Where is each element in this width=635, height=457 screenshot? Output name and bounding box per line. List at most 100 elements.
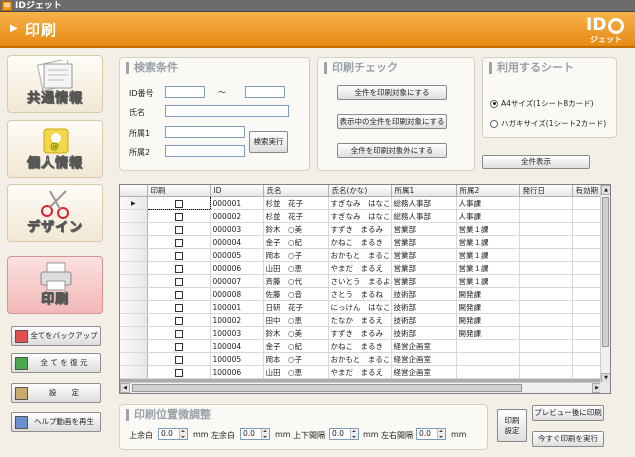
table-row[interactable]: ▶ 000001 杉並 花子 すぎなみ はなこ 総務人事部 人事課 [120, 196, 603, 210]
spin-arrows-icon[interactable] [350, 429, 358, 439]
table-row[interactable]: 000003 鈴木 ○美 すずき まるみ 営業部 営業１課 [120, 222, 603, 236]
table-cell[interactable] [572, 339, 603, 353]
table-cell[interactable] [519, 209, 573, 223]
table-row[interactable]: 100002 田中 ○恵 たなか まるえ 技術部 開発課 [120, 313, 603, 327]
row-header[interactable] [120, 235, 148, 249]
preview-print-button[interactable]: プレビュー後に印刷 [532, 405, 604, 421]
horizontal-scrollbar[interactable]: ◀ ▶ [120, 382, 602, 393]
row-header[interactable] [120, 326, 148, 340]
table-row[interactable]: 100005 岡本 ○子 おかもと まるこ 経営企画室 [120, 352, 603, 366]
table-row[interactable]: 000008 佐藤 ○音 さとう まるね 技術部 開発課 [120, 287, 603, 301]
table-cell[interactable]: 000001 [210, 196, 264, 210]
row-header[interactable] [120, 339, 148, 353]
table-cell[interactable] [456, 365, 520, 379]
table-cell[interactable] [572, 287, 603, 301]
table-cell[interactable] [519, 274, 573, 288]
print-checkbox-cell[interactable] [147, 209, 211, 223]
table-row[interactable]: 000007 斉藤 ○代 さいとう まるよ 営業部 営業１課 [120, 274, 603, 288]
print-checkbox-cell[interactable] [147, 352, 211, 366]
table-row[interactable]: 000005 岡本 ○子 おかもと まるこ 営業部 営業１課 [120, 248, 603, 262]
table-cell[interactable]: 000003 [210, 222, 264, 236]
show-all-button[interactable]: 全件表示 [482, 155, 590, 169]
table-cell[interactable] [519, 222, 573, 236]
help-video-button[interactable]: ヘルプ動画を再生 [11, 412, 101, 432]
table-cell[interactable]: 杉並 花子 [263, 196, 329, 210]
print-checkbox-cell[interactable] [147, 235, 211, 249]
column-header[interactable]: 有効期 [572, 185, 603, 197]
print-checkbox[interactable] [174, 368, 183, 377]
table-cell[interactable]: 山田 ○恵 [263, 365, 329, 379]
table-cell[interactable]: 経営企画室 [391, 339, 457, 353]
table-cell[interactable] [572, 326, 603, 340]
table-cell[interactable]: 営業部 [391, 222, 457, 236]
table-cell[interactable]: おかもと まるこ [328, 248, 392, 262]
table-cell[interactable] [572, 274, 603, 288]
row-header[interactable] [120, 352, 148, 366]
row-header[interactable] [120, 313, 148, 327]
column-header[interactable]: 所属1 [391, 185, 457, 197]
nav-personal-info[interactable]: @ 個人情報 [7, 120, 103, 178]
nav-print[interactable]: 印刷 [7, 256, 103, 314]
table-cell[interactable] [519, 287, 573, 301]
vertical-gap-stepper[interactable]: 0.0 [329, 428, 359, 440]
table-cell[interactable]: かねこ まるき [328, 339, 392, 353]
print-checkbox[interactable] [174, 290, 183, 299]
table-cell[interactable] [456, 339, 520, 353]
row-header[interactable] [120, 209, 148, 223]
left-margin-stepper[interactable]: 0.0 [240, 428, 270, 440]
print-checkbox-cell[interactable] [147, 313, 211, 327]
table-cell[interactable]: かねこ まるき [328, 235, 392, 249]
table-cell[interactable]: 100001 [210, 300, 264, 314]
table-cell[interactable]: 営業部 [391, 248, 457, 262]
check-shown-button[interactable]: 表示中の全件を印刷対象にする [337, 114, 447, 129]
table-cell[interactable]: やまだ まるえ [328, 261, 392, 275]
print-checkbox-cell[interactable] [147, 365, 211, 379]
table-cell[interactable]: 000004 [210, 235, 264, 249]
table-row[interactable]: 000006 山田 ○恵 やまだ まるえ 営業部 営業１課 [120, 261, 603, 275]
print-checkbox[interactable] [174, 238, 183, 247]
table-cell[interactable]: 総務人事部 [391, 196, 457, 210]
table-cell[interactable]: 山田 ○恵 [263, 261, 329, 275]
uncheck-all-button[interactable]: 全件を印刷対象外にする [337, 143, 447, 158]
column-header[interactable]: ID [210, 185, 264, 197]
check-all-button[interactable]: 全件を印刷対象にする [337, 85, 447, 100]
table-cell[interactable]: 開発課 [456, 326, 520, 340]
table-cell[interactable] [519, 261, 573, 275]
spin-arrows-icon[interactable] [179, 429, 187, 439]
table-cell[interactable] [572, 196, 603, 210]
print-checkbox[interactable] [174, 303, 183, 312]
table-cell[interactable]: 営業部 [391, 261, 457, 275]
scroll-left-icon[interactable]: ◀ [120, 383, 130, 393]
table-cell[interactable]: おかもと まるこ [328, 352, 392, 366]
table-cell[interactable]: 田中 ○恵 [263, 313, 329, 327]
table-cell[interactable]: 金子 ○紀 [263, 235, 329, 249]
table-cell[interactable]: やまだ まるえ [328, 365, 392, 379]
print-checkbox[interactable] [174, 316, 183, 325]
table-cell[interactable] [519, 196, 573, 210]
print-checkbox-cell[interactable] [147, 248, 211, 262]
print-checkbox[interactable] [174, 212, 183, 221]
print-checkbox[interactable] [174, 329, 183, 338]
print-checkbox[interactable] [174, 277, 183, 286]
table-cell[interactable]: 100006 [210, 365, 264, 379]
table-cell[interactable]: 岡本 ○子 [263, 248, 329, 262]
table-cell[interactable]: 開発課 [456, 287, 520, 301]
table-cell[interactable]: さとう まるね [328, 287, 392, 301]
horizontal-gap-stepper[interactable]: 0.0 [416, 428, 446, 440]
dept1-input[interactable] [165, 126, 245, 138]
scroll-up-icon[interactable]: ▲ [601, 185, 610, 195]
table-cell[interactable]: 岡本 ○子 [263, 352, 329, 366]
row-header[interactable] [120, 261, 148, 275]
column-header[interactable]: 印刷 [147, 185, 211, 197]
table-cell[interactable]: 開発課 [456, 313, 520, 327]
table-row[interactable]: 000002 杉並 花子 すぎなみ はなこ 総務人事部 人事課 [120, 209, 603, 223]
print-checkbox-cell[interactable] [147, 339, 211, 353]
print-checkbox-cell[interactable] [147, 300, 211, 314]
search-run-button[interactable]: 検索実行 [249, 131, 288, 153]
table-cell[interactable] [572, 235, 603, 249]
table-cell[interactable]: 経営企画室 [391, 352, 457, 366]
row-header[interactable] [120, 274, 148, 288]
print-checkbox[interactable] [174, 355, 183, 364]
table-cell[interactable]: 佐藤 ○音 [263, 287, 329, 301]
print-checkbox[interactable] [174, 342, 183, 351]
